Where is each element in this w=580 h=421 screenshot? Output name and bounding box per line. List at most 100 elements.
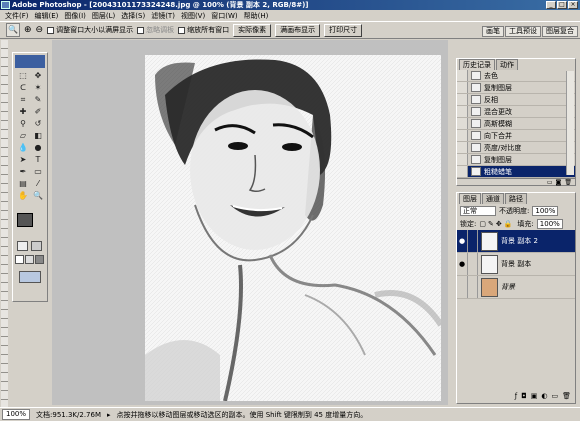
eye-icon[interactable]: ● — [457, 230, 468, 252]
tab-brushes[interactable]: 画笔 — [482, 26, 504, 37]
menu-window[interactable]: 窗口(W) — [208, 11, 240, 21]
fit-screen-button[interactable]: 满画布显示 — [275, 23, 321, 37]
slice-tool-icon[interactable]: ✎ — [31, 94, 45, 105]
eyedropper-icon[interactable]: ⁄ — [31, 178, 45, 189]
menu-layer[interactable]: 图层(L) — [89, 11, 118, 21]
history-brush-icon[interactable]: ↺ — [31, 118, 45, 129]
eye-icon[interactable]: ● — [457, 253, 468, 275]
hand-tool-icon[interactable]: ✋ — [16, 190, 30, 201]
zoom-out-icon[interactable]: ⊖ — [36, 25, 44, 35]
tab-tool-presets[interactable]: 工具预设 — [505, 26, 541, 37]
history-item[interactable]: 向下合并 — [457, 130, 575, 142]
zoom-tool-box-icon[interactable]: 🔍 — [31, 190, 45, 201]
layers-panel: 图层 通道 路径 正常 不透明度: 100% 锁定: ▢✎✥🔒 填充: 100%… — [456, 192, 576, 404]
screen-mode-3-icon[interactable] — [35, 255, 44, 264]
print-size-button[interactable]: 打印尺寸 — [324, 23, 363, 37]
ignore-palettes-checkbox[interactable]: 忽略调板 — [137, 25, 174, 35]
history-item[interactable]: 复制图层 — [457, 82, 575, 94]
layer-row[interactable]: ● 背景 副本 — [457, 253, 575, 276]
adjustment-layer-icon[interactable]: ◐ — [541, 392, 547, 402]
screen-mode-2-icon[interactable] — [25, 255, 34, 264]
mask-modes — [17, 241, 42, 251]
tab-paths[interactable]: 路径 — [505, 193, 527, 204]
foreground-color[interactable] — [17, 213, 33, 227]
tab-layer-comps[interactable]: 图层复合 — [542, 26, 578, 37]
brush-link-icon[interactable] — [468, 253, 478, 275]
tab-history[interactable]: 历史记录 — [459, 59, 495, 70]
history-item[interactable]: 去色 — [457, 70, 575, 82]
color-swatches[interactable] — [17, 213, 45, 235]
dodge-tool-icon[interactable]: ● — [31, 142, 45, 153]
menu-image[interactable]: 图像(I) — [61, 11, 89, 21]
new-layer-icon[interactable]: ▭ — [551, 392, 558, 402]
resize-windows-checkbox[interactable]: 调整窗口大小以满屏显示 — [47, 25, 133, 35]
brush-link-icon[interactable] — [468, 230, 478, 252]
close-button[interactable]: × — [568, 1, 578, 9]
snapshot-icon[interactable]: ◙ — [556, 179, 562, 187]
adobe-feather-icon[interactable] — [15, 55, 45, 68]
tab-channels[interactable]: 通道 — [482, 193, 504, 204]
crop-tool-icon[interactable]: ⌗ — [16, 94, 30, 105]
history-item[interactable]: 亮度/对比度 — [457, 142, 575, 154]
minimize-button[interactable]: _ — [546, 1, 556, 9]
shape-tool-icon[interactable]: ▭ — [31, 166, 45, 177]
imageready-icon[interactable] — [19, 271, 41, 283]
history-item[interactable]: 高斯模糊 — [457, 118, 575, 130]
history-item[interactable]: 反相 — [457, 94, 575, 106]
marquee-tool-icon[interactable]: ⬚ — [16, 70, 30, 81]
brush-link-icon[interactable] — [468, 276, 478, 298]
brush-tool-icon[interactable]: ✐ — [31, 106, 45, 117]
lock-icons[interactable]: ▢✎✥🔒 — [479, 220, 514, 228]
quickmask-mode-icon[interactable] — [31, 241, 42, 251]
opacity-input[interactable]: 100% — [532, 205, 559, 216]
history-item[interactable]: 复制图层 — [457, 154, 575, 166]
menu-help[interactable]: 帮助(H) — [241, 11, 272, 21]
photoshop-app-icon — [1, 1, 10, 9]
actual-pixels-button[interactable]: 实际像素 — [233, 23, 272, 37]
menu-edit[interactable]: 编辑(E) — [32, 11, 62, 21]
fill-input[interactable]: 100% — [536, 218, 563, 229]
new-document-icon[interactable]: ▭ — [547, 179, 553, 187]
layer-row[interactable]: ● 背景 副本 2 — [457, 230, 575, 253]
notes-tool-icon[interactable]: ▤ — [16, 178, 30, 189]
standard-mode-icon[interactable] — [17, 241, 28, 251]
new-set-icon[interactable]: ▣ — [531, 392, 538, 402]
path-select-icon[interactable]: ➤ — [16, 154, 30, 165]
stamp-tool-icon[interactable]: ⚲ — [16, 118, 30, 129]
delete-layer-icon[interactable]: 🗑 — [562, 392, 571, 402]
menu-view[interactable]: 视图(V) — [178, 11, 208, 21]
move-tool-icon[interactable]: ✥ — [31, 70, 45, 81]
blur-tool-icon[interactable]: 💧 — [16, 142, 30, 153]
trash-icon[interactable]: 🗑 — [564, 179, 572, 187]
eye-icon[interactable] — [457, 276, 468, 298]
layer-style-icon[interactable]: ƒ — [515, 392, 517, 402]
menu-select[interactable]: 选择(S) — [118, 11, 148, 21]
zoom-level[interactable]: 100% — [2, 409, 31, 420]
zoom-in-icon[interactable]: ⊕ — [24, 25, 32, 35]
healing-brush-icon[interactable]: ✚ — [16, 106, 30, 117]
zoom-tool-icon[interactable]: 🔍 — [6, 23, 20, 37]
history-scrollbar[interactable] — [566, 71, 574, 175]
history-step-icon — [471, 95, 481, 104]
history-item[interactable]: 混合更改 — [457, 106, 575, 118]
portrait-image[interactable] — [145, 55, 444, 402]
zoom-all-windows-checkbox[interactable]: 缩放所有窗口 — [178, 25, 229, 35]
tab-actions[interactable]: 动作 — [496, 59, 518, 70]
lasso-tool-icon[interactable]: ᑕ — [16, 82, 30, 93]
eraser-tool-icon[interactable]: ▱ — [16, 130, 30, 141]
pen-tool-icon[interactable]: ✒ — [16, 166, 30, 177]
layer-row[interactable]: 背景 — [457, 276, 575, 299]
layer-mask-icon[interactable]: ◘ — [521, 392, 527, 402]
blend-mode-select[interactable]: 正常 — [460, 205, 496, 216]
lock-label: 锁定: — [460, 219, 477, 228]
type-tool-icon[interactable]: T — [31, 154, 45, 165]
history-item-selected[interactable]: 粗糙蜡笔 — [457, 166, 575, 178]
menu-file[interactable]: 文件(F) — [2, 11, 32, 21]
magic-wand-icon[interactable]: ✶ — [31, 82, 45, 93]
tab-layers[interactable]: 图层 — [459, 193, 481, 204]
screen-mode-1-icon[interactable] — [15, 255, 24, 264]
maximize-button[interactable]: □ — [557, 1, 567, 9]
doc-size[interactable]: 文档:951.3K/2.76M — [36, 410, 101, 420]
gradient-tool-icon[interactable]: ◧ — [31, 130, 45, 141]
menu-filter[interactable]: 滤镜(T) — [148, 11, 178, 21]
